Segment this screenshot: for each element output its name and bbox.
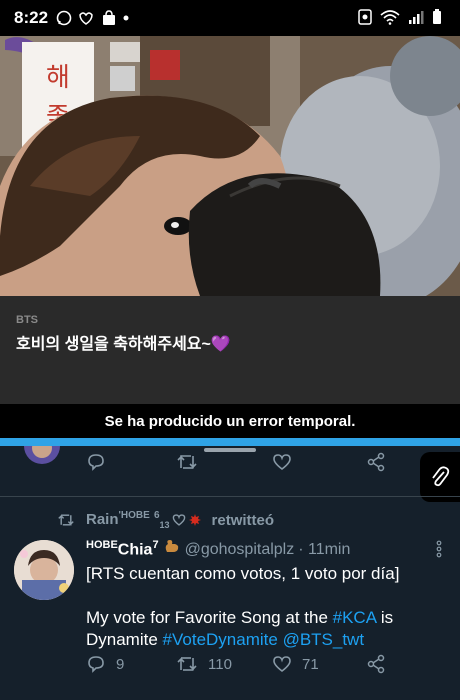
share-button[interactable] (366, 654, 386, 674)
error-progress-bar (0, 438, 460, 446)
purple-heart-emoji: 💜 (210, 336, 231, 353)
retweet-icon (58, 514, 74, 526)
nfc-icon (358, 9, 372, 25)
battery-icon (433, 9, 441, 24)
retweet-icon (177, 455, 197, 469)
like-button[interactable]: 71 (272, 654, 319, 674)
error-message: Se ha producido un error temporal. (0, 404, 460, 438)
heart-outline-icon (172, 514, 185, 526)
notification-dot-icon (123, 15, 129, 21)
status-time: 8:22 (14, 8, 49, 27)
prev-tweet-avatar[interactable] (22, 446, 62, 466)
reply-button-top[interactable] (86, 452, 106, 472)
reply-icon (88, 454, 104, 471)
like-button-top[interactable] (272, 452, 292, 472)
tweet-more-button[interactable] (436, 540, 442, 563)
tweet-avatar[interactable] (14, 540, 74, 600)
maple-leaf-icon (188, 514, 201, 526)
tweet-divider (0, 496, 460, 497)
tweet-time: · 11min (298, 541, 351, 558)
share-icon (367, 452, 385, 472)
paperclip-icon (432, 466, 450, 487)
photo-illustration: 해 좋 (0, 36, 460, 296)
dating-app-icon (79, 12, 93, 25)
heart-icon (273, 656, 291, 673)
post-source: BTS (16, 314, 38, 326)
more-vertical-icon (436, 540, 442, 558)
tweet-content[interactable]: HOBEChia7 @gohospitalplz · 11min [RTS cu… (86, 538, 436, 651)
reply-button[interactable]: 9 (86, 654, 124, 674)
share-icon (367, 654, 385, 674)
retweet-button-top[interactable] (176, 452, 198, 472)
whatsapp-icon (56, 10, 72, 26)
retweet-banner[interactable]: Rain'HOBE 613 retwitteó (56, 510, 274, 530)
reply-count: 9 (116, 655, 125, 673)
retweet-button[interactable]: 110 (176, 654, 232, 674)
hashtag-votedynamite[interactable]: #VoteDynamite (163, 630, 278, 649)
retweeter-name: Rain'HOBE 613 (86, 510, 170, 530)
tweet-header: HOBEChia7 @gohospitalplz · 11min (86, 538, 436, 559)
like-count: 71 (302, 655, 319, 673)
reply-icon (88, 656, 104, 673)
retweeted-label: retwitteó (211, 511, 275, 529)
post-photo[interactable]: 해 좋 (0, 36, 460, 296)
retweet-icon (177, 657, 197, 671)
status-bar: 8:22 (0, 0, 460, 36)
tweet-display-name[interactable]: HOBEChia7 (86, 539, 159, 559)
shopping-bag-icon (103, 10, 116, 25)
post-caption: BTS 호비의 생일을 축하해주세요~💜 (0, 296, 460, 404)
retweet-count: 110 (208, 655, 232, 673)
sign-char-1: 해 (46, 63, 70, 93)
tweet-text: [RTS cuentan como votos, 1 voto por día]… (86, 564, 400, 649)
post-text: 호비의 생일을 축하해주세요~💜 (16, 336, 231, 353)
wifi-icon (380, 10, 400, 25)
attach-button[interactable] (420, 452, 460, 502)
squirrel-emoji-icon (165, 540, 178, 552)
heart-icon (273, 454, 291, 471)
signal-icon (409, 11, 424, 24)
tweet-handle[interactable]: @gohospitalplz (185, 541, 295, 559)
hashtag-kca[interactable]: #KCA (333, 608, 376, 627)
mention-bts[interactable]: @BTS_twt (283, 630, 365, 649)
share-button-top[interactable] (366, 452, 386, 472)
drag-handle[interactable] (204, 448, 256, 452)
